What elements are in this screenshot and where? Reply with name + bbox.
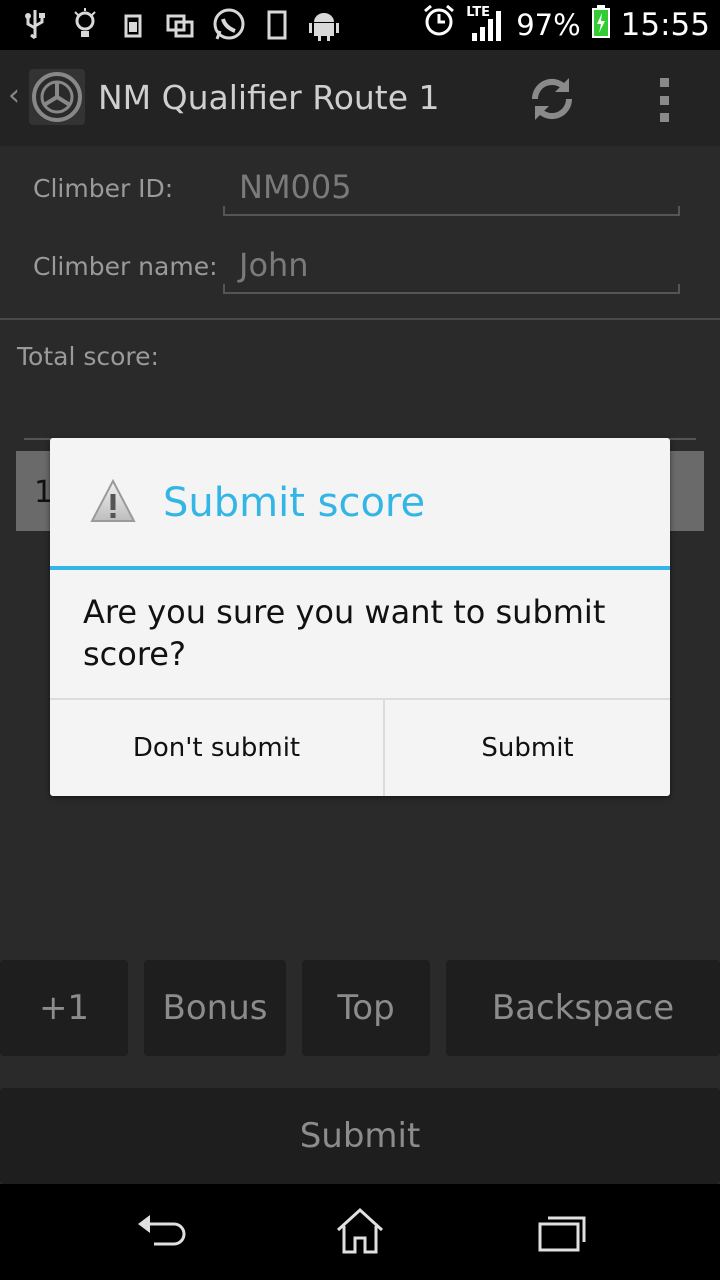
page-title: NM Qualifier Route 1 xyxy=(98,78,440,117)
android-icon xyxy=(307,8,341,42)
climber-id-value: NM005 xyxy=(239,168,352,206)
alarm-icon xyxy=(422,3,456,47)
dialog-button-bar: Don't submit Submit xyxy=(50,698,670,796)
home-icon[interactable] xyxy=(332,1206,388,1258)
battery-icon xyxy=(591,4,611,46)
overflow-menu-icon[interactable] xyxy=(652,78,676,122)
device-icon xyxy=(116,8,150,42)
refresh-icon[interactable] xyxy=(525,72,579,126)
battery-percent: 97% xyxy=(516,8,581,42)
screens-icon xyxy=(163,8,197,42)
dialog-title-divider xyxy=(50,566,670,570)
dialog-header: Submit score xyxy=(50,438,670,568)
recent-apps-icon[interactable] xyxy=(536,1206,592,1258)
dialog-submit-button[interactable]: Submit xyxy=(385,700,670,796)
dialog-message: Are you sure you want to submit score? xyxy=(83,593,606,673)
dont-submit-button[interactable]: Don't submit xyxy=(50,700,383,796)
top-button[interactable]: Top xyxy=(302,960,430,1056)
usb-icon xyxy=(18,8,52,42)
app-logo-icon[interactable] xyxy=(29,69,85,125)
plus-one-button[interactable]: +1 xyxy=(0,960,128,1056)
backspace-button[interactable]: Backspace xyxy=(446,960,720,1056)
back-chevron-icon[interactable]: ‹ xyxy=(8,78,20,113)
status-bar: LTE 97% 15:55 xyxy=(0,0,720,50)
lte-signal-icon: LTE xyxy=(466,5,506,43)
status-right-group: LTE 97% 15:55 xyxy=(422,0,710,50)
form-divider xyxy=(0,318,720,320)
climber-id-label: Climber ID: xyxy=(33,174,174,203)
phone-icon xyxy=(260,8,294,42)
dialog-title: Submit score xyxy=(163,480,426,526)
submit-score-dialog: Submit score Are you sure you want to su… xyxy=(50,438,670,796)
action-bar: ‹ NM Qualifier Route 1 xyxy=(0,50,720,146)
climber-name-label: Climber name: xyxy=(33,252,218,281)
total-score-label: Total score: xyxy=(17,342,159,371)
submit-button[interactable]: Submit xyxy=(0,1088,720,1184)
back-icon[interactable] xyxy=(134,1206,190,1258)
bonus-button[interactable]: Bonus xyxy=(144,960,286,1056)
whatsapp-icon xyxy=(210,8,248,42)
navigation-bar xyxy=(0,1184,720,1280)
climber-id-field[interactable]: NM005 xyxy=(223,158,680,216)
lightbulb-icon xyxy=(68,8,102,42)
clock: 15:55 xyxy=(620,7,710,43)
climber-name-field[interactable]: John xyxy=(223,236,680,294)
climber-name-value: John xyxy=(239,246,309,284)
warning-icon xyxy=(90,478,136,526)
